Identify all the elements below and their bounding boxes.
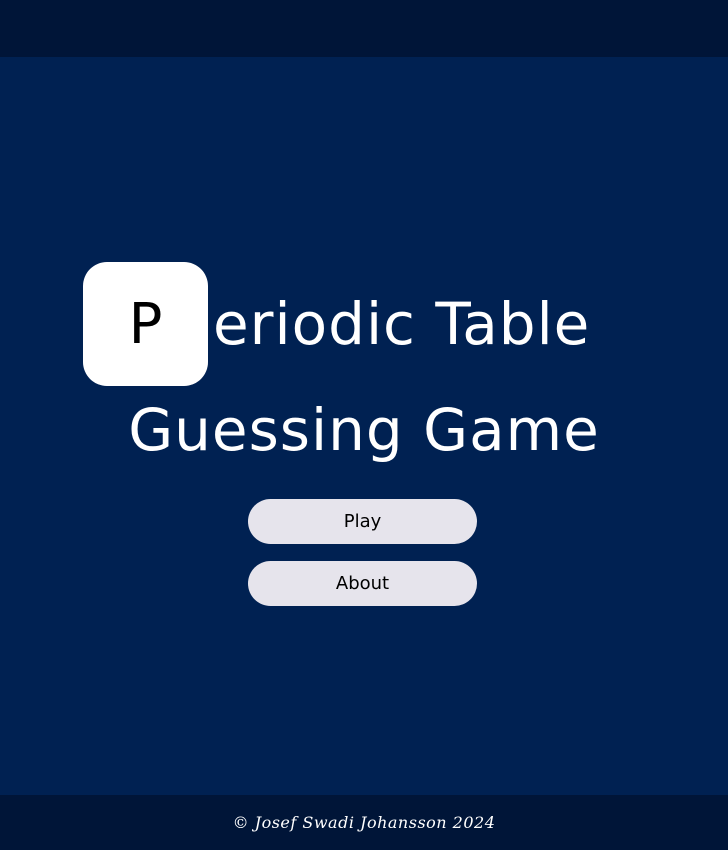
footer: © Josef Swadi Johansson 2024 bbox=[0, 795, 728, 850]
about-button[interactable]: About bbox=[248, 561, 477, 606]
element-tile: P bbox=[83, 262, 208, 386]
play-button[interactable]: Play bbox=[248, 499, 477, 544]
page-title-line1: P eriodic Table bbox=[0, 262, 728, 386]
copyright-text: © Josef Swadi Johansson 2024 bbox=[232, 813, 496, 832]
top-bar bbox=[0, 0, 728, 57]
page-title-line2: Guessing Game bbox=[128, 396, 600, 464]
page-title-rest: eriodic Table bbox=[213, 290, 591, 358]
element-tile-letter: P bbox=[128, 291, 163, 357]
